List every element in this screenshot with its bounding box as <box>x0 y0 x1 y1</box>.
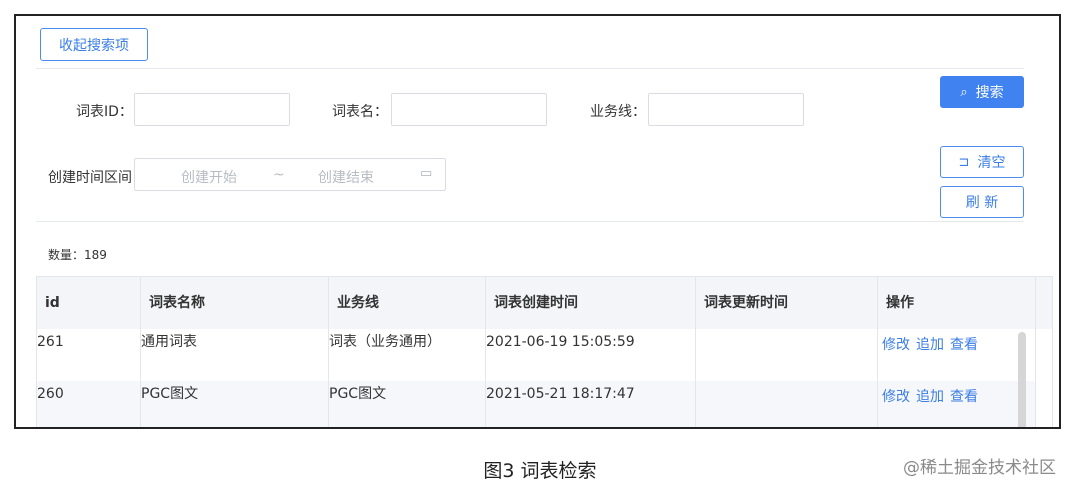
table-cell-actions: 修改 追加 查看 <box>878 329 1036 381</box>
refresh-button[interactable]: 刷 新 <box>940 186 1024 218</box>
edit-link[interactable]: 修改 <box>882 337 910 353</box>
table-cell-actions: 修改 追加 查看 <box>878 381 1036 427</box>
edit-link[interactable]: 修改 <box>882 389 910 405</box>
append-link[interactable]: 追加 <box>916 389 944 405</box>
search-panel <box>36 68 1024 222</box>
range-end-placeholder: 创建结束 <box>318 170 374 186</box>
append-link[interactable]: 追加 <box>916 337 944 353</box>
wordlist-table: id 词表名称 业务线 词表创建时间 词表更新时间 操作 261 通用词表 词表… <box>36 276 1053 427</box>
clear-icon: ⊐ <box>958 154 970 170</box>
label-wordlist-name: 词表名： <box>332 104 388 120</box>
calendar-icon: ▭ <box>420 166 433 181</box>
wordlist-name-input[interactable] <box>391 93 547 126</box>
table-cell-created: 2021-05-21 18:17:47 <box>486 381 696 427</box>
table-cell-business: 词表（业务通用） <box>329 329 486 381</box>
header-gutter <box>1036 277 1052 329</box>
column-header-updated[interactable]: 词表更新时间 <box>696 277 878 329</box>
clear-button-label: 清空 <box>977 155 1006 171</box>
table-scrollbar[interactable] <box>1018 332 1026 427</box>
view-link[interactable]: 查看 <box>950 337 978 353</box>
table-cell-created: 2021-06-19 15:05:59 <box>486 329 696 381</box>
search-button-label: 搜索 <box>975 85 1004 101</box>
create-time-range-picker[interactable]: 创建开始 ~ 创建结束 ▭ <box>134 158 446 191</box>
column-header-id[interactable]: id <box>37 277 141 329</box>
label-wordlist-id: 词表ID： <box>76 104 133 120</box>
label-create-time-range: 创建时间区间 <box>48 170 132 186</box>
table-cell-id: 260 <box>37 381 141 427</box>
table-cell-name: 通用词表 <box>141 329 329 381</box>
search-icon: ⌕ <box>960 84 968 100</box>
search-button[interactable]: ⌕ 搜索 <box>940 76 1024 108</box>
view-link[interactable]: 查看 <box>950 389 978 405</box>
table-cell-id: 261 <box>37 329 141 381</box>
range-start-placeholder: 创建开始 <box>181 170 237 186</box>
column-header-actions: 操作 <box>878 277 1036 329</box>
watermark: @稀土掘金技术社区 <box>903 458 1056 478</box>
clear-button[interactable]: ⊐ 清空 <box>940 146 1024 178</box>
business-line-input[interactable] <box>648 93 804 126</box>
column-header-name[interactable]: 词表名称 <box>141 277 329 329</box>
table-cell-updated <box>696 329 878 381</box>
column-header-business[interactable]: 业务线 <box>329 277 486 329</box>
app-frame: 收起搜索项 词表ID： 词表名： 业务线： ⌕ 搜索 创建时间区间 创建开始 ~… <box>14 14 1061 429</box>
result-count: 数量：189 <box>48 248 107 262</box>
collapse-search-button[interactable]: 收起搜索项 <box>40 28 148 61</box>
table-cell-name: PGC图文 <box>141 381 329 427</box>
column-header-created[interactable]: 词表创建时间 <box>486 277 696 329</box>
table-cell-updated <box>696 381 878 427</box>
label-business-line: 业务线： <box>590 104 646 120</box>
table-cell-business: PGC图文 <box>329 381 486 427</box>
wordlist-id-input[interactable] <box>134 93 290 126</box>
range-separator: ~ <box>273 167 285 183</box>
